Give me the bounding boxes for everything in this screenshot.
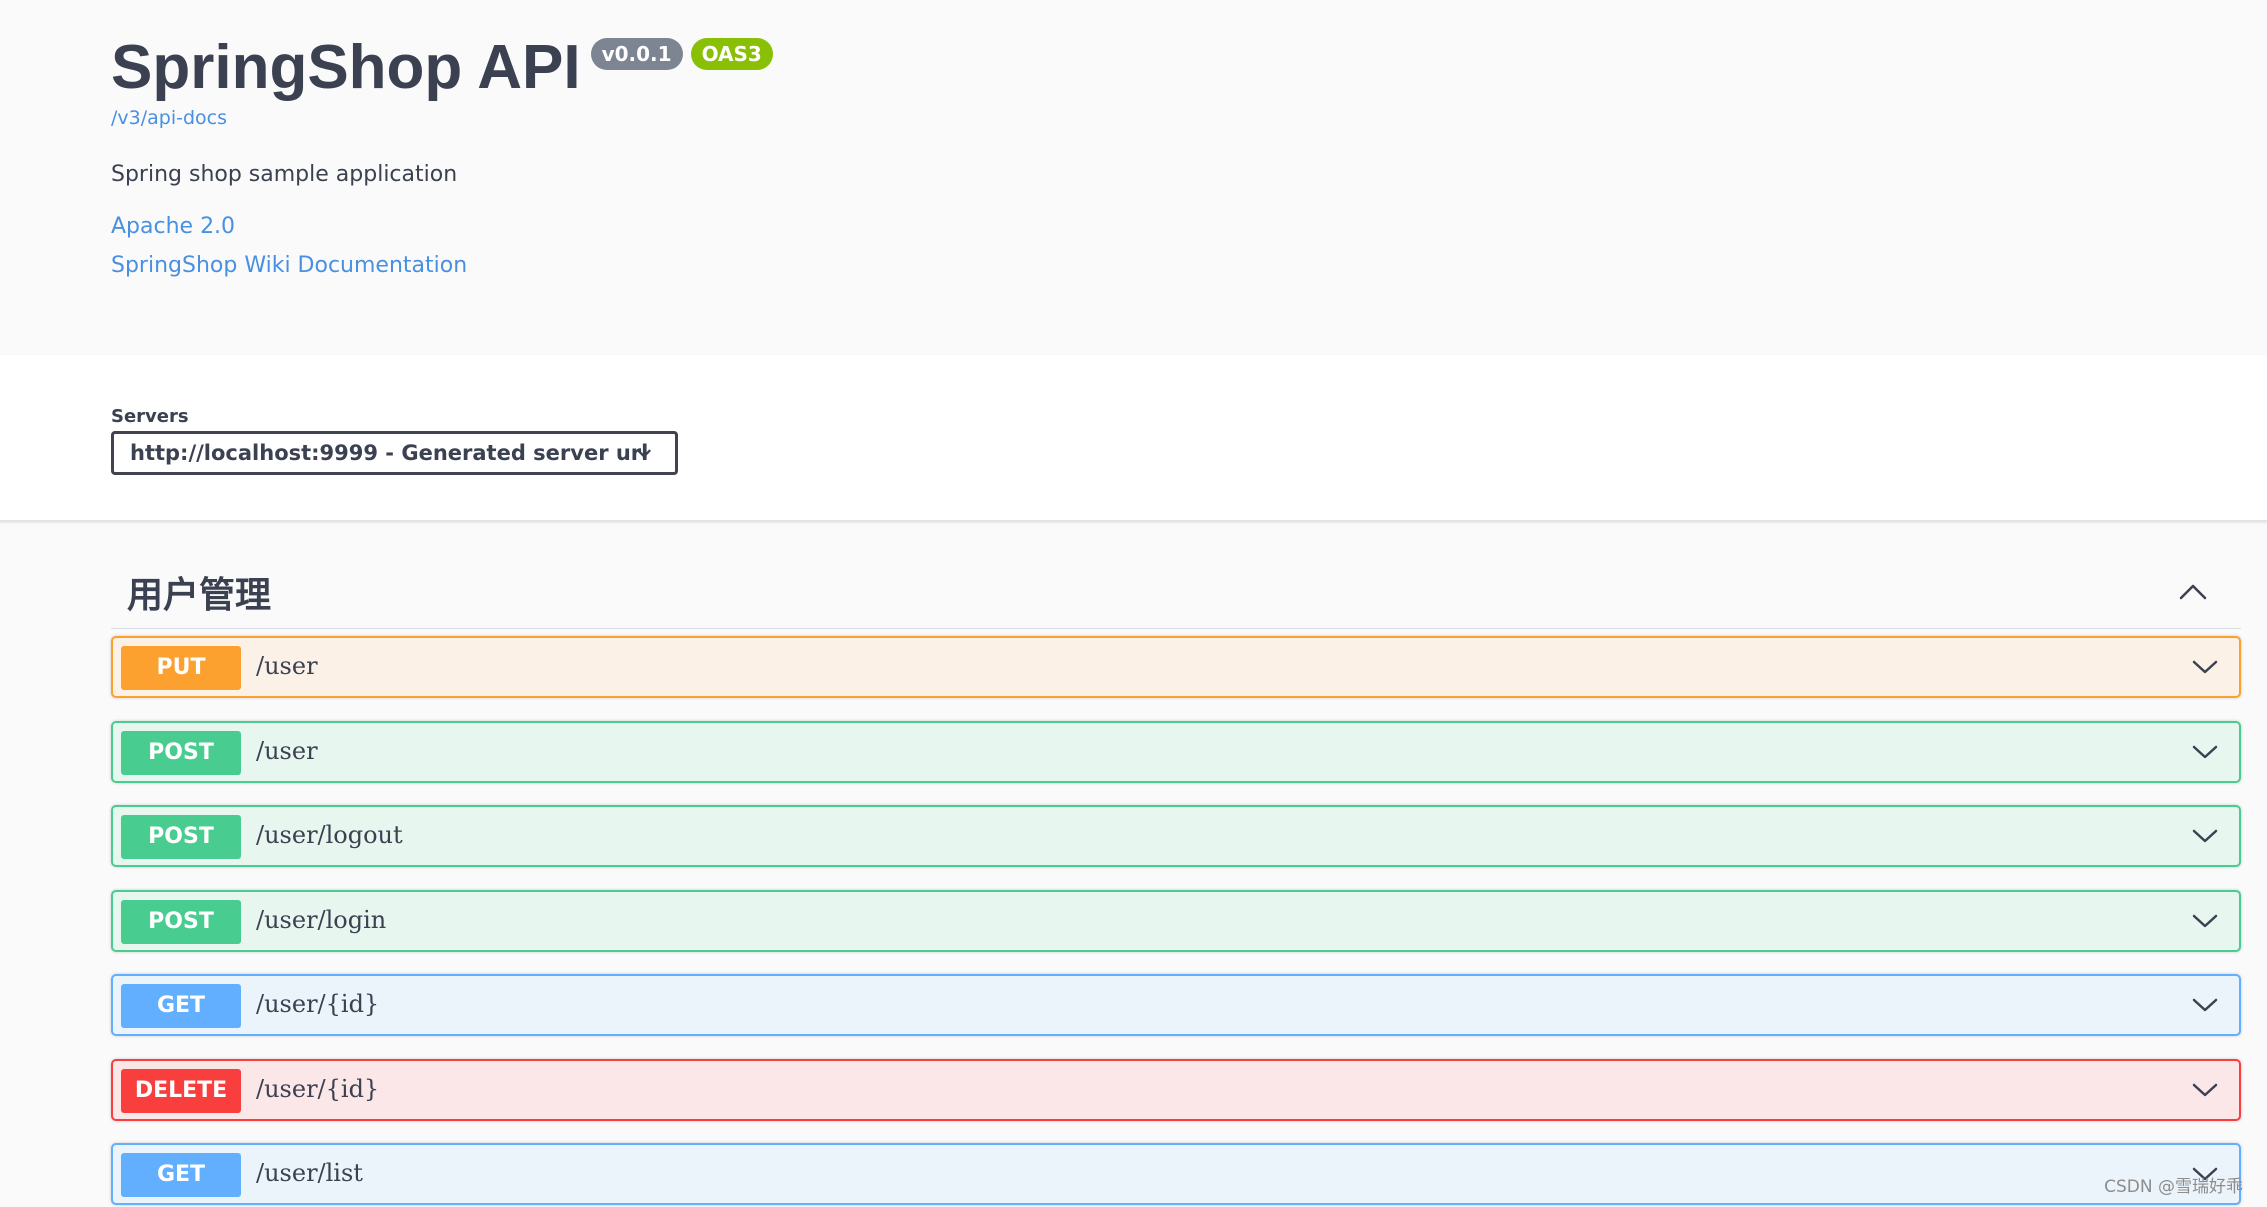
spec-url-link[interactable]: /v3/api-docs	[111, 107, 227, 129]
server-select[interactable]: http://localhost:9999 - Generated server…	[111, 431, 678, 475]
servers-section: Servers http://localhost:9999 - Generate…	[0, 355, 2267, 522]
chevron-down-icon[interactable]	[2191, 656, 2219, 678]
api-description: Spring shop sample application	[111, 162, 458, 187]
chevron-down-icon[interactable]	[2191, 825, 2219, 847]
opblock-get[interactable]: GET/user/list	[111, 1143, 2241, 1205]
tag-title: 用户管理	[127, 575, 272, 616]
title-row: SpringShop API v0.0.1 OAS3	[111, 30, 773, 106]
operation-path: /user	[256, 652, 318, 680]
tag-header[interactable]: 用户管理	[111, 556, 2241, 629]
opblock-delete[interactable]: DELETE/user/{id}	[111, 1059, 2241, 1121]
operation-path: /user/logout	[256, 821, 403, 849]
operation-path: /user/list	[256, 1159, 363, 1187]
operation-path: /user/login	[256, 906, 387, 934]
version-badge: v0.0.1	[590, 38, 683, 70]
chevron-down-icon[interactable]	[2191, 1079, 2219, 1101]
server-select-value: http://localhost:9999 - Generated server…	[130, 441, 649, 465]
chevron-down-icon[interactable]	[2191, 741, 2219, 763]
opblock-post[interactable]: POST/user/login	[111, 890, 2241, 952]
chevron-down-icon[interactable]	[2191, 994, 2219, 1016]
operation-path: /user	[256, 737, 318, 765]
method-badge: GET	[121, 984, 241, 1028]
chevron-down-icon	[637, 449, 651, 458]
oas-badge: OAS3	[690, 38, 773, 70]
chevron-down-icon[interactable]	[2191, 910, 2219, 932]
operation-path: /user/{id}	[256, 990, 380, 1018]
operation-path: /user/{id}	[256, 1075, 380, 1103]
opblock-post[interactable]: POST/user	[111, 721, 2241, 783]
method-badge: DELETE	[121, 1069, 241, 1113]
opblock-put[interactable]: PUT/user	[111, 636, 2241, 698]
chevron-up-icon[interactable]	[2177, 580, 2209, 604]
method-badge: POST	[121, 731, 241, 775]
license-link[interactable]: Apache 2.0	[111, 214, 235, 239]
method-badge: PUT	[121, 646, 241, 690]
method-badge: POST	[121, 815, 241, 859]
external-docs-link[interactable]: SpringShop Wiki Documentation	[111, 253, 467, 278]
opblock-get[interactable]: GET/user/{id}	[111, 974, 2241, 1036]
watermark: CSDN @雪瑞好乖	[2104, 1177, 2243, 1197]
method-badge: GET	[121, 1153, 241, 1197]
method-badge: POST	[121, 900, 241, 944]
servers-label: Servers	[111, 406, 189, 427]
opblock-post[interactable]: POST/user/logout	[111, 805, 2241, 867]
api-info: SpringShop API v0.0.1 OAS3 /v3/api-docs …	[0, 0, 2267, 355]
api-title: SpringShop API	[111, 33, 581, 102]
